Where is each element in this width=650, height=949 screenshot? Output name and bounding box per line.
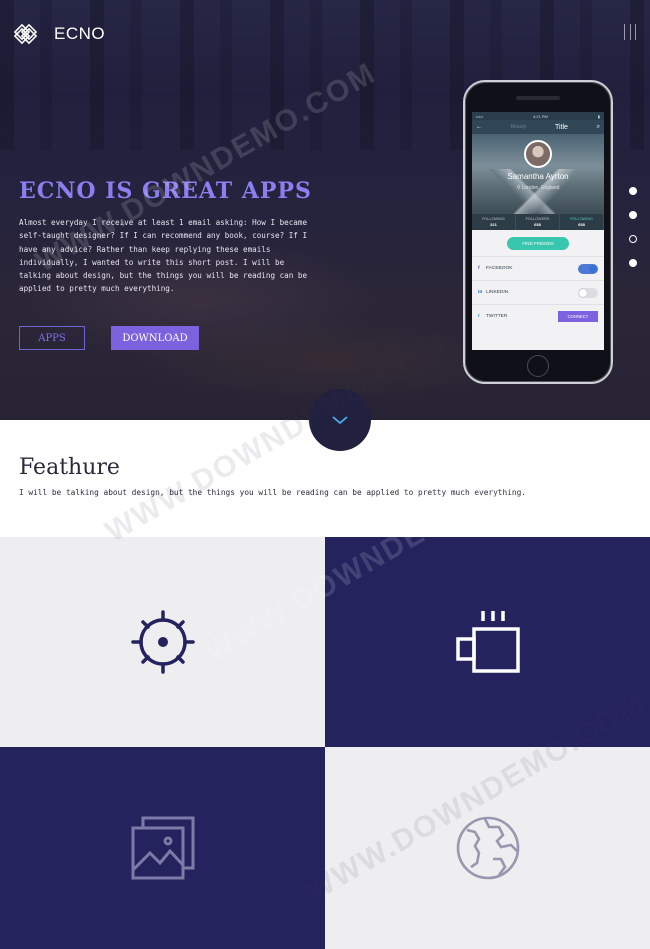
feature-tile-2[interactable] <box>325 537 650 747</box>
social-row-twitter: t TWITTER CONNECT <box>472 304 604 328</box>
facebook-toggle[interactable] <box>578 264 598 274</box>
facebook-icon: f <box>478 266 480 271</box>
profile-location: ⚲ London, England <box>472 185 604 191</box>
status-time: 4:21 PM <box>532 113 548 119</box>
brand-name: ECNO <box>54 24 106 43</box>
feature-tile-1[interactable] <box>0 537 325 747</box>
social-row-facebook: f FACEBOOK <box>472 256 604 280</box>
feature-title: Feathure <box>19 455 120 480</box>
apps-button[interactable]: APPS <box>19 326 85 350</box>
toggle-knob <box>579 289 587 297</box>
app-bar-title: Title <box>554 123 568 131</box>
phone-screen: ••••• 4:21 PM ▮ ← Beauty Title ⌕ Samanth… <box>472 112 604 350</box>
linkedin-icon: in <box>478 290 483 295</box>
pager-dot[interactable] <box>629 187 637 195</box>
battery-icon: ▮ <box>597 113 600 119</box>
stat-label: FOLLOWING <box>570 217 593 221</box>
profile-stats: FOLLOWING 321 FOLLOWERS 658 FOLLOWING 65… <box>472 214 604 230</box>
feature-tile-3[interactable] <box>0 747 325 949</box>
menu-bar <box>624 24 625 40</box>
feature-grid <box>0 537 650 949</box>
social-label: FACEBOOK <box>486 266 513 271</box>
signal-indicator: ••••• <box>476 113 484 119</box>
linkedin-toggle[interactable] <box>578 288 598 298</box>
coffee-cup-icon <box>455 611 520 673</box>
location-pin-icon: ⚲ <box>516 185 521 191</box>
stat-value: 658 <box>578 222 585 227</box>
hero-section: ECNO ECNO IS GREAT APPS Almost everyday … <box>0 0 650 420</box>
menu-bar <box>629 24 631 40</box>
phone-status-bar: ••••• 4:21 PM ▮ <box>472 112 604 120</box>
stat-value: 321 <box>490 222 497 227</box>
phone-mockup: ••••• 4:21 PM ▮ ← Beauty Title ⌕ Samanth… <box>463 80 613 384</box>
social-label: LINKEDIN <box>486 290 509 295</box>
phone-speaker <box>516 96 560 100</box>
social-label: TWITTER <box>486 314 508 319</box>
avatar[interactable] <box>524 140 552 168</box>
download-button[interactable]: DOWNLOAD <box>111 326 199 350</box>
feature-tile-4[interactable] <box>325 747 650 949</box>
stat-label: FOLLOWERS <box>525 217 550 221</box>
slide-pager <box>629 187 639 283</box>
home-button <box>527 355 549 377</box>
twitter-icon: t <box>478 314 480 319</box>
social-row-linkedin: in LINKEDIN <box>472 280 604 304</box>
search-icon[interactable]: ⌕ <box>597 124 600 131</box>
stat-following-2[interactable]: FOLLOWING 658 <box>560 214 604 230</box>
menu-toggle-button[interactable] <box>624 24 636 40</box>
stat-label: FOLLOWING <box>482 217 505 221</box>
hero-title: ECNO IS GREAT APPS <box>19 178 312 204</box>
twitter-connect-button[interactable]: CONNECT <box>558 311 598 322</box>
stat-value: 658 <box>534 222 541 227</box>
pager-dot-active[interactable] <box>629 235 637 243</box>
hero-text: Almost everyday I receive at least 1 ema… <box>19 218 308 294</box>
stat-followers[interactable]: FOLLOWERS 658 <box>516 214 560 230</box>
stat-following[interactable]: FOLLOWING 321 <box>472 214 516 230</box>
profile-header: Samantha Ayrton ⚲ London, England <box>472 134 604 214</box>
feature-text: I will be talking about design, but the … <box>19 488 526 497</box>
pager-dot[interactable] <box>629 211 637 219</box>
globe-icon <box>456 816 519 880</box>
sun-gear-icon <box>130 610 195 674</box>
find-friends-button[interactable]: FIND FRIENDS <box>507 237 569 250</box>
chevron-down-icon <box>332 416 348 425</box>
menu-bar <box>635 24 636 40</box>
scroll-down-button[interactable] <box>309 389 371 451</box>
profile-location-text: London, England <box>521 185 560 191</box>
profile-name: Samantha Ayrton <box>507 172 569 181</box>
phone-app-bar: ← Beauty Title ⌕ <box>472 120 604 134</box>
app-bar-left-label: Beauty <box>510 124 527 130</box>
image-gallery-icon <box>131 816 194 880</box>
pager-dot[interactable] <box>629 259 637 267</box>
back-icon[interactable]: ← <box>476 124 482 130</box>
toggle-knob <box>589 265 597 273</box>
brand-logo[interactable]: ECNO <box>13 22 105 46</box>
knot-logo-icon <box>13 23 38 45</box>
